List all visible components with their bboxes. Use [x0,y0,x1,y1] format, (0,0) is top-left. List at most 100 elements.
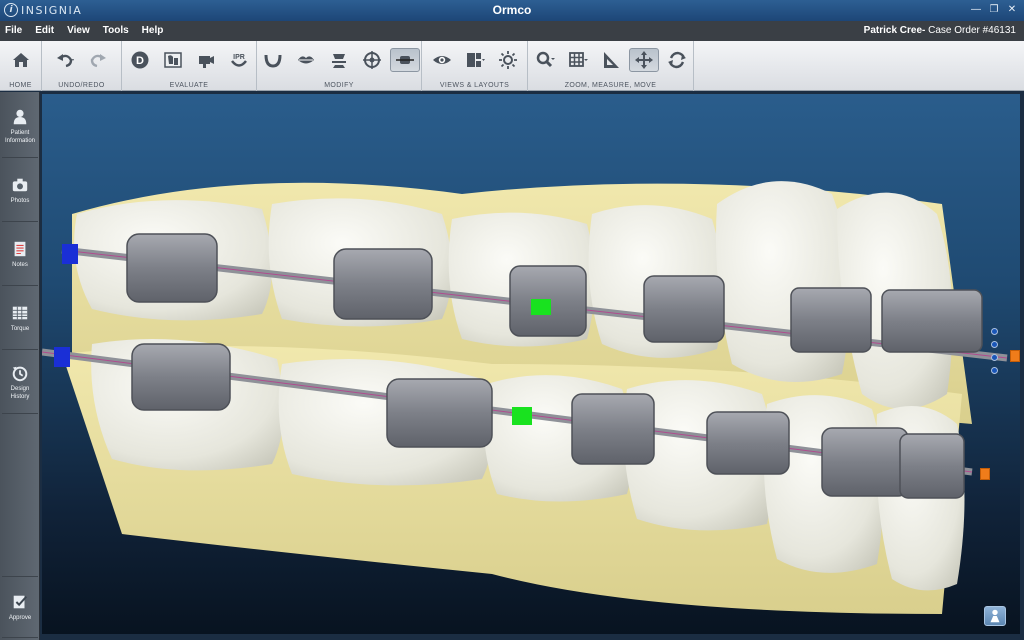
lips-tool-button[interactable] [291,48,321,72]
redo-icon [90,54,106,68]
group-views-layouts: VIEWS & LAYOUTS [422,41,528,91]
bracket[interactable] [333,248,433,320]
bracket[interactable] [706,411,790,475]
right-edge-markers [991,328,998,374]
bracket[interactable] [899,433,965,499]
history-icon [12,366,28,382]
marker-dot[interactable] [991,341,998,348]
minimize-button[interactable]: — [968,2,984,17]
layout-menu-button[interactable] [460,48,490,72]
group-label-home: HOME [9,82,32,89]
measure-button[interactable] [596,48,626,72]
movie-camera-icon [198,56,214,68]
sidebar-label-approve: Approve [8,614,32,621]
zoom-menu-button[interactable] [530,48,560,72]
move-button[interactable] [628,48,659,72]
sidebar-label-notes: Notes [12,262,28,268]
insignia-app-window: i INSIGNIA Ormco — ❐ ✕ File Edit View To… [0,0,1024,640]
bracket[interactable] [881,289,983,353]
approve-icon [13,595,28,608]
set-square-icon [603,52,619,68]
window-controls: — ❐ ✕ [968,2,1020,17]
marker-dot[interactable] [991,354,998,361]
close-button[interactable]: ✕ [1004,2,1020,17]
group-label-zoom-measure-move: ZOOM, MEASURE, MOVE [564,82,657,89]
magnifier-icon [536,51,555,68]
person-icon [13,109,27,125]
menu-file[interactable]: File [5,25,22,36]
person-view-icon [990,609,1000,623]
restore-button[interactable]: ❐ [986,2,1002,17]
sun-icon [498,51,517,69]
ipr-button[interactable]: IPR [224,48,254,72]
bracket[interactable] [386,378,493,448]
ipr-icon: IPR [230,54,247,67]
menu-tools[interactable]: Tools [103,25,129,36]
menu-bar: File Edit View Tools Help Patrick Cree- … [0,21,1024,41]
marker-dot[interactable] [991,367,998,374]
sidebar-label-design-history: Design History [10,386,30,400]
bracket[interactable] [821,427,909,497]
lighting-button[interactable] [493,48,523,72]
group-modify: MODIFY [257,41,422,91]
grid-menu-button[interactable] [563,48,593,72]
lips-icon [298,56,314,64]
arch-icon [264,54,282,68]
menu-help[interactable]: Help [142,25,164,36]
undo-icon [57,54,74,68]
bracket[interactable] [790,287,872,353]
home-button[interactable] [6,48,36,72]
bracket[interactable] [643,275,725,343]
target-tool-button[interactable] [357,48,387,72]
camera-view-button[interactable] [191,48,221,72]
marker-dot[interactable] [991,328,998,335]
grid-icon [568,52,588,67]
sidebar-item-design-history[interactable]: Design History [2,352,38,414]
camera-icon [12,178,28,192]
move-arrows-icon [634,51,653,69]
lower-wire-end-handle[interactable] [980,468,990,480]
arch-tool-button[interactable] [258,48,288,72]
case-order-number: Case Order #46131 [925,25,1016,36]
sidebar-item-photos[interactable]: Photos [2,160,38,222]
bracket[interactable] [131,343,231,411]
distance-tool-button[interactable]: D [125,48,155,72]
menu-view[interactable]: View [67,25,90,36]
group-evaluate: D IPR EVALUATE [122,41,257,91]
group-undo-redo: UNDO/REDO [42,41,122,91]
sidebar-item-notes[interactable]: Notes [2,224,38,286]
3d-viewport[interactable] [42,94,1020,634]
bracket-wire-icon [396,56,414,64]
dental-model-scene [42,181,1008,614]
sidebar-item-patient-information[interactable]: Patient Information [2,96,38,158]
d-tool-label: D [136,55,144,67]
group-home: HOME [0,41,42,91]
bracket[interactable] [571,393,655,465]
tooth-chart-button[interactable] [158,48,188,72]
sidebar-item-approve[interactable]: Approve [2,576,38,638]
menu-edit[interactable]: Edit [35,25,54,36]
group-label-modify: MODIFY [324,82,354,89]
visibility-button[interactable] [427,48,457,72]
notes-icon [14,241,26,257]
selected-bracket-highlight [531,299,551,315]
upper-wire-end-handle[interactable] [1010,350,1020,362]
undo-button[interactable] [50,48,80,72]
bracket-tool-button[interactable] [390,48,420,72]
group-label-evaluate: EVALUATE [169,82,209,89]
sidebar-label-patient-information: Patient Information [4,130,35,144]
group-label-undo-redo: UNDO/REDO [58,82,105,89]
group-zoom-measure-move: ZOOM, MEASURE, MOVE [528,41,694,91]
target-icon [363,51,381,69]
occlusal-plane-button[interactable] [324,48,354,72]
bracket[interactable] [126,233,218,303]
window-title: Ormco [492,3,532,17]
view-orientation-widget[interactable] [984,606,1006,626]
sidebar-label-photos: Photos [10,198,30,204]
reset-view-button[interactable] [662,48,692,72]
group-label-views-layouts: VIEWS & LAYOUTS [439,82,510,89]
redo-button[interactable] [83,48,113,72]
ipr-tool-label: IPR [233,54,245,61]
sidebar-item-torque[interactable]: Torque [2,288,38,350]
upper-wire-end-marker [62,244,78,264]
